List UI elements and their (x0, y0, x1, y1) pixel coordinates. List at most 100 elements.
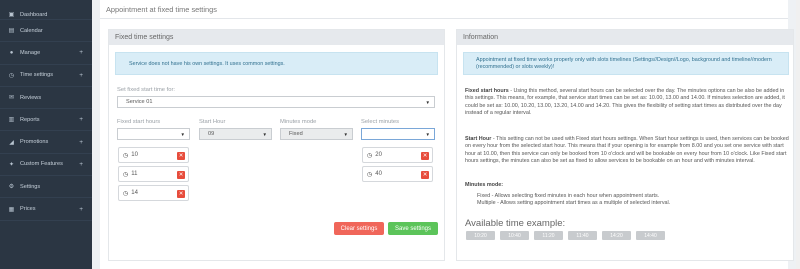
expand-icon[interactable]: + (79, 49, 83, 56)
clock-icon: ◷ (123, 171, 129, 178)
expand-icon[interactable]: + (79, 161, 83, 168)
fixed-time-settings-panel: Fixed time settings Service does not hav… (108, 29, 445, 261)
minutes-mode-label: Minutes mode (280, 119, 317, 125)
sidebar-item-label: Custom Features (20, 161, 63, 168)
sidebar-item-custom-features[interactable]: ✦ Custom Features + (0, 154, 92, 177)
clock-icon: ◷ (367, 171, 373, 178)
hour-slot: ◷ 14 ✕ (118, 185, 189, 201)
fixed-hours-info-text: - Using this method, several start hours… (465, 88, 785, 116)
clear-settings-button[interactable]: Clear settings (334, 222, 384, 235)
minutes-mode-info-title: Minutes mode: (465, 182, 504, 188)
fixed-hours-select[interactable]: ▼ (117, 128, 190, 140)
sidebar-item-prices[interactable]: ▦ Prices + (0, 198, 92, 221)
page-scrollbar[interactable] (796, 0, 800, 269)
service-label: Set fixed start time for: (117, 87, 175, 93)
common-settings-notice: Service does not have his own settings. … (115, 52, 438, 75)
sidebar-item-label: Settings (20, 183, 41, 190)
start-hour-select[interactable]: 09 ▼ (199, 128, 272, 140)
chevron-down-icon: ▼ (425, 132, 430, 137)
panel-title: Fixed time settings (109, 30, 444, 45)
dashboard-icon: ▣ (8, 12, 15, 18)
expand-icon[interactable]: + (79, 206, 83, 213)
delete-icon[interactable]: ✕ (177, 152, 185, 160)
delete-icon[interactable]: ✕ (421, 152, 429, 160)
minute-slot: ◷ 40 ✕ (362, 166, 433, 182)
chevron-down-icon: ▼ (425, 100, 430, 105)
sidebar-item-time-settings[interactable]: ◷ Time settings + (0, 65, 92, 87)
panel-title: Information (457, 30, 793, 45)
minute-slot: ◷ 20 ✕ (362, 147, 433, 163)
minutes-mode-info: Minutes mode: (465, 182, 791, 189)
fixed-hours-info: Fixed start hours - Using this method, s… (465, 88, 791, 117)
service-select-value: Service 01 (126, 99, 153, 105)
sidebar-item-reviews[interactable]: ✉ Reviews (0, 87, 92, 110)
hour-slot: ◷ 11 ✕ (118, 166, 189, 182)
page-title: Appointment at fixed time settings (106, 4, 217, 14)
hour-slot-value: 11 (131, 171, 138, 177)
puzzle-icon: ✦ (8, 161, 15, 168)
time-example: 11:20 (534, 231, 563, 240)
time-example: 10:40 (500, 231, 529, 240)
clock-icon: ◷ (123, 190, 129, 197)
information-panel: Information Appointment at fixed time wo… (456, 29, 794, 261)
delete-icon[interactable]: ✕ (421, 171, 429, 179)
expand-icon[interactable]: + (79, 116, 83, 123)
available-time-title: Available time example: (465, 218, 566, 229)
timeline-notice: Appointment at fixed time works properly… (463, 52, 789, 75)
sidebar-item-reports[interactable]: ▥ Reports + (0, 109, 92, 132)
main-area: Appointment at fixed time settings Fixed… (92, 0, 800, 269)
clock-icon: ◷ (8, 72, 15, 79)
bar-chart-icon: ▥ (8, 117, 15, 124)
comments-icon: ✉ (8, 95, 15, 102)
sidebar-item-label: Promotions (20, 139, 49, 146)
sidebar-item-label: Reviews (20, 94, 42, 101)
time-example: 14:40 (636, 231, 665, 240)
start-hour-info-text: - This setting can not be used with Fixe… (465, 136, 789, 164)
sidebar-item-label: Dashboard (20, 11, 48, 18)
service-select[interactable]: Service 01 ▼ (117, 96, 435, 108)
minutes-mode-select[interactable]: Fixed ▼ (280, 128, 353, 140)
hour-slot-value: 10 (131, 152, 138, 158)
minute-slot-value: 40 (375, 171, 382, 177)
minutes-multiple-info: Multiple - Allows setting appointment st… (477, 200, 671, 206)
hour-slot: ◷ 10 ✕ (118, 147, 189, 163)
time-example: 10:20 (466, 231, 495, 240)
user-icon: ● (9, 49, 14, 56)
calendar-icon: ▤ (8, 28, 15, 35)
minute-slot-value: 20 (375, 152, 382, 158)
sidebar-item-calendar[interactable]: ▤ Calendar (0, 20, 92, 43)
sidebar-item-label: Prices (20, 206, 36, 213)
chevron-down-icon: ▼ (180, 132, 185, 137)
hour-slot-value: 14 (131, 190, 138, 196)
time-example: 11:40 (568, 231, 597, 240)
start-hour-label: Start Hour (199, 119, 226, 125)
sidebar-item-label: Time settings (20, 72, 54, 79)
expand-icon[interactable]: + (79, 139, 83, 146)
sidebar-item-label: Calendar (20, 27, 43, 34)
clock-icon: ◷ (367, 152, 373, 159)
delete-icon[interactable]: ✕ (177, 190, 185, 198)
sidebar-item-label: Manage (20, 49, 41, 56)
sidebar-item-dashboard[interactable]: ▣ Dashboard (0, 0, 92, 20)
save-settings-button[interactable]: Save settings (388, 222, 438, 235)
start-hour-info: Start Hour - This setting can not be use… (465, 136, 791, 165)
delete-icon[interactable]: ✕ (177, 171, 185, 179)
select-minutes-select[interactable]: ▼ (361, 128, 435, 140)
sidebar-item-promotions[interactable]: ◢ Promotions + (0, 131, 92, 154)
sidebar-item-settings[interactable]: ⚙ Settings (0, 176, 92, 199)
fixed-hours-info-title: Fixed start hours (465, 88, 509, 94)
minutes-mode-value: Fixed (289, 131, 303, 137)
sidebar-item-label: Reports (20, 116, 40, 123)
sidebar: ▣ Dashboard ▤ Calendar ● Manage + ◷ Time setting… (0, 0, 92, 269)
chevron-down-icon: ▼ (262, 132, 267, 137)
expand-icon[interactable]: + (79, 72, 83, 79)
time-example: 14:20 (602, 231, 631, 240)
gears-icon: ⚙ (8, 184, 15, 191)
bullhorn-icon: ◢ (9, 139, 14, 146)
fixed-hours-label: Fixed start hours (117, 119, 161, 125)
sidebar-item-manage[interactable]: ● Manage + (0, 42, 92, 65)
start-hour-info-title: Start Hour (465, 136, 492, 142)
page-header: Appointment at fixed time settings (100, 0, 788, 19)
select-minutes-label: Select minutes (361, 119, 400, 125)
content: Fixed time settings Service does not hav… (100, 19, 794, 269)
